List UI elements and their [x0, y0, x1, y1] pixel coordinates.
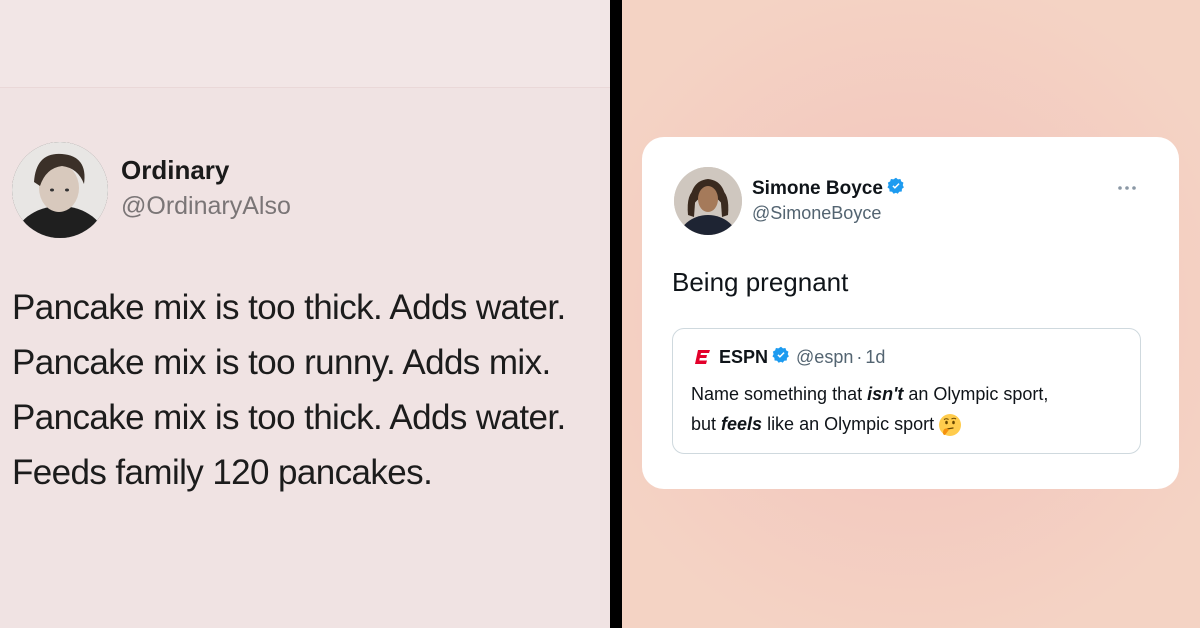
tweet-card[interactable]: Simone Boyce @SimoneBoyce Being pregnant…	[642, 137, 1179, 489]
simone-tweet-text: Being pregnant	[672, 267, 849, 297]
ordinary-display-name[interactable]: Ordinary	[121, 155, 229, 186]
simone-name-text: Simone Boyce	[752, 178, 883, 200]
left-tweet-panel: Ordinary @OrdinaryAlso Pancake mix is to…	[0, 0, 610, 628]
thinking-face-emoji-icon	[938, 413, 962, 437]
quoted-line-1: Name something that isn't an Olympic spo…	[691, 384, 1049, 404]
more-options-icon[interactable]	[1116, 179, 1140, 191]
quoted-tweet-timestamp[interactable]: 1d	[865, 347, 885, 368]
simone-handle[interactable]: @SimoneBoyce	[752, 203, 881, 224]
quoted-tweet-header: ESPN @espn · 1d	[695, 346, 885, 368]
ordinary-handle[interactable]: @OrdinaryAlso	[121, 192, 291, 221]
quoted-line-2: but feels like an Olympic sport	[691, 409, 1131, 439]
verified-badge-icon	[887, 177, 905, 201]
tweet-line: Feeds family 120 pancakes.	[12, 453, 433, 492]
tweet-line: Pancake mix is too thick. Adds water.	[12, 288, 566, 327]
top-band	[0, 0, 610, 88]
simone-display-name[interactable]: Simone Boyce	[752, 177, 905, 201]
simone-avatar[interactable]	[674, 167, 742, 235]
ordinary-tweet-text: Pancake mix is too thick. Adds water. Pa…	[12, 280, 607, 500]
quoted-tweet-text: Name something that isn't an Olympic spo…	[691, 379, 1131, 439]
separator-dot: ·	[856, 346, 863, 367]
verified-badge-icon	[772, 346, 790, 369]
tweet-line: Pancake mix is too thick. Adds water.	[12, 398, 566, 437]
right-tweet-panel: Simone Boyce @SimoneBoyce Being pregnant…	[622, 0, 1200, 628]
tweet-line: Pancake mix is too runny. Adds mix.	[12, 343, 551, 382]
espn-logo-icon	[695, 349, 710, 365]
ordinary-avatar[interactable]	[12, 142, 108, 238]
quoted-tweet[interactable]: ESPN @espn · 1d Name something that isn'…	[672, 328, 1141, 454]
espn-handle[interactable]: @espn	[796, 347, 853, 368]
espn-display-name[interactable]: ESPN	[719, 347, 768, 368]
